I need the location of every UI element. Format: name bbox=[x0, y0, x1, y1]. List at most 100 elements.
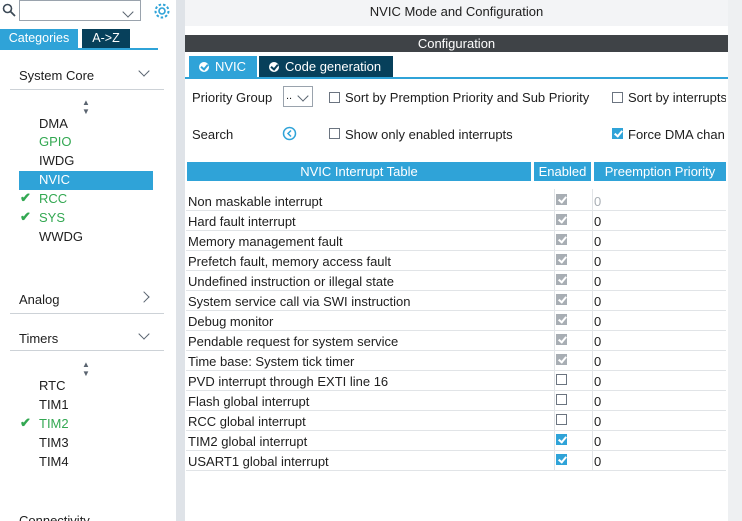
sidebar-item-wwdg[interactable]: WWDG bbox=[39, 228, 83, 246]
tab-code-generation[interactable]: Code generation bbox=[259, 56, 393, 77]
tab-categories[interactable]: Categories bbox=[0, 29, 78, 48]
interrupt-name: Undefined instruction or illegal state bbox=[188, 274, 394, 289]
section-analog[interactable]: Analog bbox=[19, 292, 59, 307]
priority-group-select[interactable]: .. bbox=[283, 86, 313, 107]
search-icon[interactable] bbox=[2, 3, 16, 17]
gear-icon[interactable] bbox=[153, 2, 171, 20]
sidebar-item-rtc[interactable]: RTC bbox=[39, 377, 65, 395]
enabled-checkbox[interactable] bbox=[556, 394, 567, 405]
show-enabled-label: Show only enabled interrupts bbox=[345, 127, 513, 142]
sidebar-item-sys[interactable]: SYS bbox=[39, 209, 65, 227]
component-search-input[interactable] bbox=[19, 0, 141, 21]
tab-code-generation-label: Code generation bbox=[285, 59, 382, 74]
chevron-down-icon[interactable] bbox=[138, 328, 152, 341]
sidebar-item-gpio[interactable]: GPIO bbox=[39, 133, 72, 151]
table-row[interactable]: USART1 global interrupt 0 bbox=[186, 451, 726, 471]
check-circle-icon bbox=[199, 62, 209, 72]
search-label: Search bbox=[192, 127, 234, 142]
preemption-priority[interactable]: 0 bbox=[594, 454, 601, 469]
sort-icon[interactable]: ▲ ▼ bbox=[82, 98, 90, 116]
table-row[interactable]: Non maskable interrupt 0 bbox=[186, 191, 726, 211]
enabled-checkbox[interactable] bbox=[556, 374, 567, 385]
table-row[interactable]: Hard fault interrupt 0 bbox=[186, 211, 726, 231]
preemption-priority[interactable]: 0 bbox=[594, 214, 601, 229]
section-divider bbox=[10, 313, 164, 314]
sidebar-item-tim4[interactable]: TIM4 bbox=[39, 453, 69, 471]
table-row[interactable]: Pendable request for system service 0 bbox=[186, 331, 726, 351]
search-back-icon[interactable] bbox=[282, 126, 297, 141]
enabled-checkbox[interactable] bbox=[556, 414, 567, 425]
column-header-enabled[interactable]: Enabled bbox=[534, 162, 591, 181]
chevron-down-icon[interactable] bbox=[138, 65, 152, 78]
sidebar-item-nvic[interactable]: NVIC bbox=[39, 171, 70, 189]
preemption-priority[interactable]: 0 bbox=[594, 294, 601, 309]
chevron-down-icon[interactable] bbox=[122, 4, 134, 19]
table-row[interactable]: Flash global interrupt 0 bbox=[186, 391, 726, 411]
interrupt-name: TIM2 global interrupt bbox=[188, 434, 308, 449]
priority-group-value: .. bbox=[286, 90, 293, 102]
interrupt-name: USART1 global interrupt bbox=[188, 454, 329, 469]
section-divider bbox=[10, 350, 164, 351]
tab-underline bbox=[185, 77, 728, 79]
vertical-scrollbar[interactable] bbox=[728, 0, 742, 521]
preemption-priority[interactable]: 0 bbox=[594, 354, 601, 369]
sidebar-item-tim2[interactable]: TIM2 bbox=[39, 415, 69, 433]
show-enabled-checkbox[interactable] bbox=[329, 128, 340, 139]
chevron-right-icon[interactable] bbox=[138, 291, 152, 304]
preemption-priority[interactable]: 0 bbox=[594, 314, 601, 329]
tab-nvic[interactable]: NVIC bbox=[189, 56, 257, 77]
check-icon: ✔ bbox=[20, 190, 31, 205]
sidebar-item-tim1[interactable]: TIM1 bbox=[39, 396, 69, 414]
tab-a-to-z[interactable]: A->Z bbox=[82, 29, 130, 48]
interrupt-name: Prefetch fault, memory access fault bbox=[188, 254, 392, 269]
table-row[interactable]: System service call via SWI instruction 0 bbox=[186, 291, 726, 311]
enabled-checkbox[interactable] bbox=[556, 434, 567, 445]
sort-interrupts-checkbox[interactable] bbox=[612, 92, 623, 103]
sort-preemption-label: Sort by Premption Priority and Sub Prior… bbox=[345, 90, 590, 105]
section-connectivity[interactable]: Connectivity bbox=[19, 513, 90, 521]
enabled-checkbox bbox=[556, 274, 567, 285]
column-header-name[interactable]: NVIC Interrupt Table bbox=[187, 162, 531, 181]
preemption-priority[interactable]: 0 bbox=[594, 254, 601, 269]
left-panel: Categories A->Z System Core ▲ ▼ DMA GPIO … bbox=[0, 0, 176, 521]
interrupt-name: Time base: System tick timer bbox=[188, 354, 355, 369]
sidebar-item-dma[interactable]: DMA bbox=[39, 115, 68, 133]
preemption-priority[interactable]: 0 bbox=[594, 374, 601, 389]
preemption-priority[interactable]: 0 bbox=[594, 434, 601, 449]
sort-interrupts-label: Sort by interrupts bbox=[628, 90, 726, 105]
check-circle-icon bbox=[269, 62, 279, 72]
force-dma-checkbox[interactable] bbox=[612, 128, 623, 139]
interrupt-name: Non maskable interrupt bbox=[188, 194, 323, 209]
force-dma-label: Force DMA chan bbox=[628, 127, 725, 142]
table-row[interactable]: TIM2 global interrupt 0 bbox=[186, 431, 726, 451]
preemption-priority[interactable]: 0 bbox=[594, 394, 601, 409]
table-row[interactable]: PVD interrupt through EXTI line 16 0 bbox=[186, 371, 726, 391]
sort-icon[interactable]: ▲ ▼ bbox=[82, 360, 90, 378]
priority-group-label: Priority Group bbox=[192, 90, 273, 105]
preemption-priority[interactable]: 0 bbox=[594, 414, 601, 429]
column-header-preemption[interactable]: Preemption Priority bbox=[594, 162, 726, 181]
table-row[interactable]: Debug monitor 0 bbox=[186, 311, 726, 331]
enabled-checkbox[interactable] bbox=[556, 454, 567, 465]
table-row[interactable]: Undefined instruction or illegal state 0 bbox=[186, 271, 726, 291]
tab-nvic-label: NVIC bbox=[215, 59, 247, 74]
interrupt-name: Debug monitor bbox=[188, 314, 274, 329]
preemption-priority[interactable]: 0 bbox=[594, 334, 601, 349]
section-timers[interactable]: Timers bbox=[19, 331, 58, 346]
table-row[interactable]: Memory management fault 0 bbox=[186, 231, 726, 251]
enabled-checkbox bbox=[556, 214, 567, 225]
preemption-priority[interactable]: 0 bbox=[594, 274, 601, 289]
sort-preemption-checkbox[interactable] bbox=[329, 92, 340, 103]
enabled-checkbox bbox=[556, 234, 567, 245]
sidebar-item-rcc[interactable]: RCC bbox=[39, 190, 67, 208]
section-divider bbox=[10, 89, 164, 90]
table-row[interactable]: RCC global interrupt 0 bbox=[186, 411, 726, 431]
sidebar-item-tim3[interactable]: TIM3 bbox=[39, 434, 69, 452]
check-icon: ✔ bbox=[20, 415, 31, 430]
table-row[interactable]: Time base: System tick timer 0 bbox=[186, 351, 726, 371]
preemption-priority[interactable]: 0 bbox=[594, 234, 601, 249]
sidebar-item-iwdg[interactable]: IWDG bbox=[39, 152, 74, 170]
section-system-core[interactable]: System Core bbox=[19, 68, 94, 83]
panel-splitter[interactable] bbox=[176, 0, 185, 521]
table-row[interactable]: Prefetch fault, memory access fault 0 bbox=[186, 251, 726, 271]
